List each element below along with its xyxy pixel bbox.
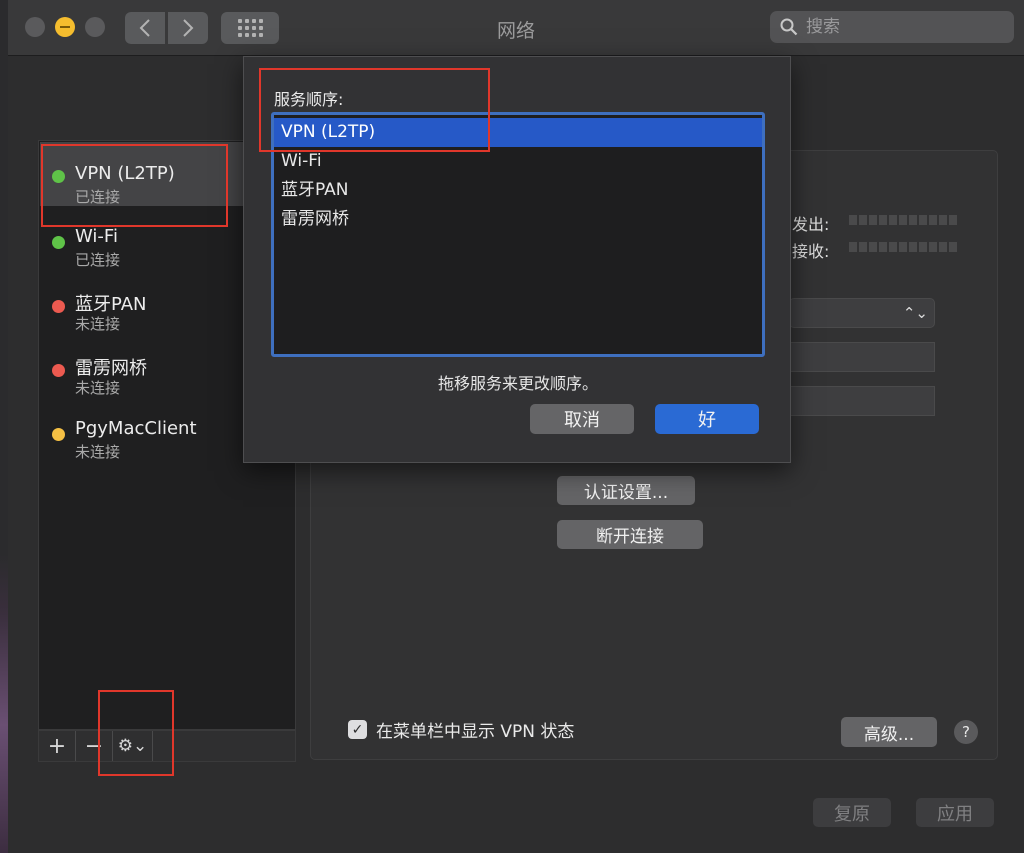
advanced-button[interactable]: 高级... [841, 717, 937, 747]
received-activity-bar [849, 242, 957, 252]
search-field[interactable] [770, 11, 1014, 43]
annotation-box-order-list [259, 68, 490, 152]
desktop-background [0, 0, 8, 853]
service-status: 未连接 [75, 315, 121, 333]
status-dot-icon [52, 428, 65, 441]
updown-chevron-icon: ⌃⌄ [902, 304, 928, 322]
help-button[interactable]: ? [954, 720, 978, 744]
titlebar: 网络 [8, 0, 1024, 56]
order-item-thunderbolt-bridge[interactable]: 雷雳网桥 [274, 205, 762, 234]
account-name-field[interactable] [789, 386, 935, 416]
apply-button[interactable]: 应用 [916, 798, 994, 827]
service-status: 已连接 [75, 251, 121, 269]
status-dot-icon [52, 300, 65, 313]
add-service-button[interactable]: + [39, 731, 76, 761]
disconnect-button[interactable]: 断开连接 [557, 520, 703, 549]
annotation-box-gear-menu [98, 690, 174, 776]
show-vpn-status-label: 在菜单栏中显示 VPN 状态 [376, 722, 575, 742]
revert-button[interactable]: 复原 [813, 798, 891, 827]
status-dot-icon [52, 236, 65, 249]
show-vpn-status-row[interactable]: ✓ 在菜单栏中显示 VPN 状态 [348, 717, 574, 742]
drag-hint: 拖移服务来更改顺序。 [437, 374, 598, 393]
show-vpn-status-checkbox[interactable]: ✓ [348, 720, 367, 739]
service-name: PgyMacClient [75, 418, 197, 439]
auth-settings-button[interactable]: 认证设置... [557, 476, 695, 505]
sent-label: 发出: [792, 215, 830, 234]
cancel-button[interactable]: 取消 [530, 404, 634, 434]
server-address-field[interactable] [789, 342, 935, 372]
service-name: Wi-Fi [75, 226, 118, 247]
sent-activity-bar [849, 215, 957, 225]
ok-button[interactable]: 好 [655, 404, 759, 434]
annotation-box-vpn-service [41, 144, 228, 227]
search-input[interactable] [806, 17, 1006, 37]
search-icon [780, 18, 798, 36]
service-status: 未连接 [75, 443, 121, 461]
status-dot-icon [52, 364, 65, 377]
configuration-popup[interactable]: ⌃⌄ [789, 298, 935, 328]
service-status: 未连接 [75, 379, 121, 397]
received-label: 接收: [792, 242, 830, 261]
order-item-bluetooth-pan[interactable]: 蓝牙PAN [274, 176, 762, 205]
